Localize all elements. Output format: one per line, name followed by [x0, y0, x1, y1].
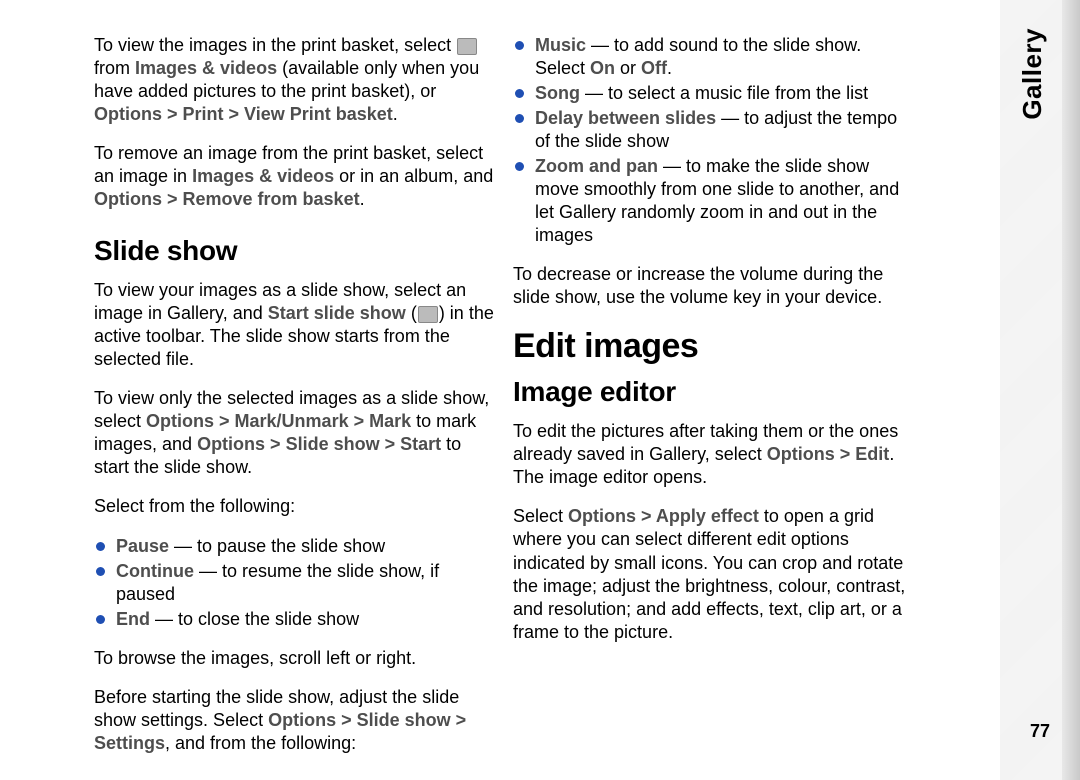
list-slideshow-settings: Music — to add sound to the slide show. …: [513, 34, 914, 247]
list-slideshow-controls: Pause — to pause the slide show Continue…: [94, 535, 495, 631]
page-edge: [1062, 0, 1080, 780]
print-basket-icon: [457, 38, 477, 55]
para-browse: To browse the images, scroll left or rig…: [94, 647, 495, 670]
para-print-basket-remove: To remove an image from the print basket…: [94, 142, 495, 211]
para-volume: To decrease or increase the volume durin…: [513, 263, 914, 309]
para-slideshow-start: To view your images as a slide show, sel…: [94, 279, 495, 371]
list-item: Song — to select a music file from the l…: [513, 82, 914, 105]
section-tab: Gallery: [1017, 28, 1048, 120]
list-item: Pause — to pause the slide show: [94, 535, 495, 558]
para-edit-open: To edit the pictures after taking them o…: [513, 420, 914, 489]
heading-image-editor: Image editor: [513, 376, 914, 408]
right-column: Music — to add sound to the slide show. …: [513, 34, 914, 755]
para-select-following: Select from the following:: [94, 495, 495, 518]
page-number: 77: [1030, 721, 1050, 742]
list-item: Delay between slides — to adjust the tem…: [513, 107, 914, 153]
list-item: End — to close the slide show: [94, 608, 495, 631]
para-slideshow-settings: Before starting the slide show, adjust t…: [94, 686, 495, 755]
para-print-basket-view: To view the images in the print basket, …: [94, 34, 495, 126]
list-item: Zoom and pan — to make the slide show mo…: [513, 155, 914, 247]
manual-page: Gallery 77 To view the images in the pri…: [0, 0, 1080, 780]
para-slideshow-selected: To view only the selected images as a sl…: [94, 387, 495, 479]
list-item: Continue — to resume the slide show, if …: [94, 560, 495, 606]
content-columns: To view the images in the print basket, …: [0, 0, 914, 755]
list-item: Music — to add sound to the slide show. …: [513, 34, 914, 80]
left-column: To view the images in the print basket, …: [94, 34, 495, 755]
heading-slide-show: Slide show: [94, 235, 495, 267]
slideshow-icon: [418, 306, 438, 323]
para-apply-effect: Select Options > Apply effect to open a …: [513, 505, 914, 643]
heading-edit-images: Edit images: [513, 327, 914, 366]
